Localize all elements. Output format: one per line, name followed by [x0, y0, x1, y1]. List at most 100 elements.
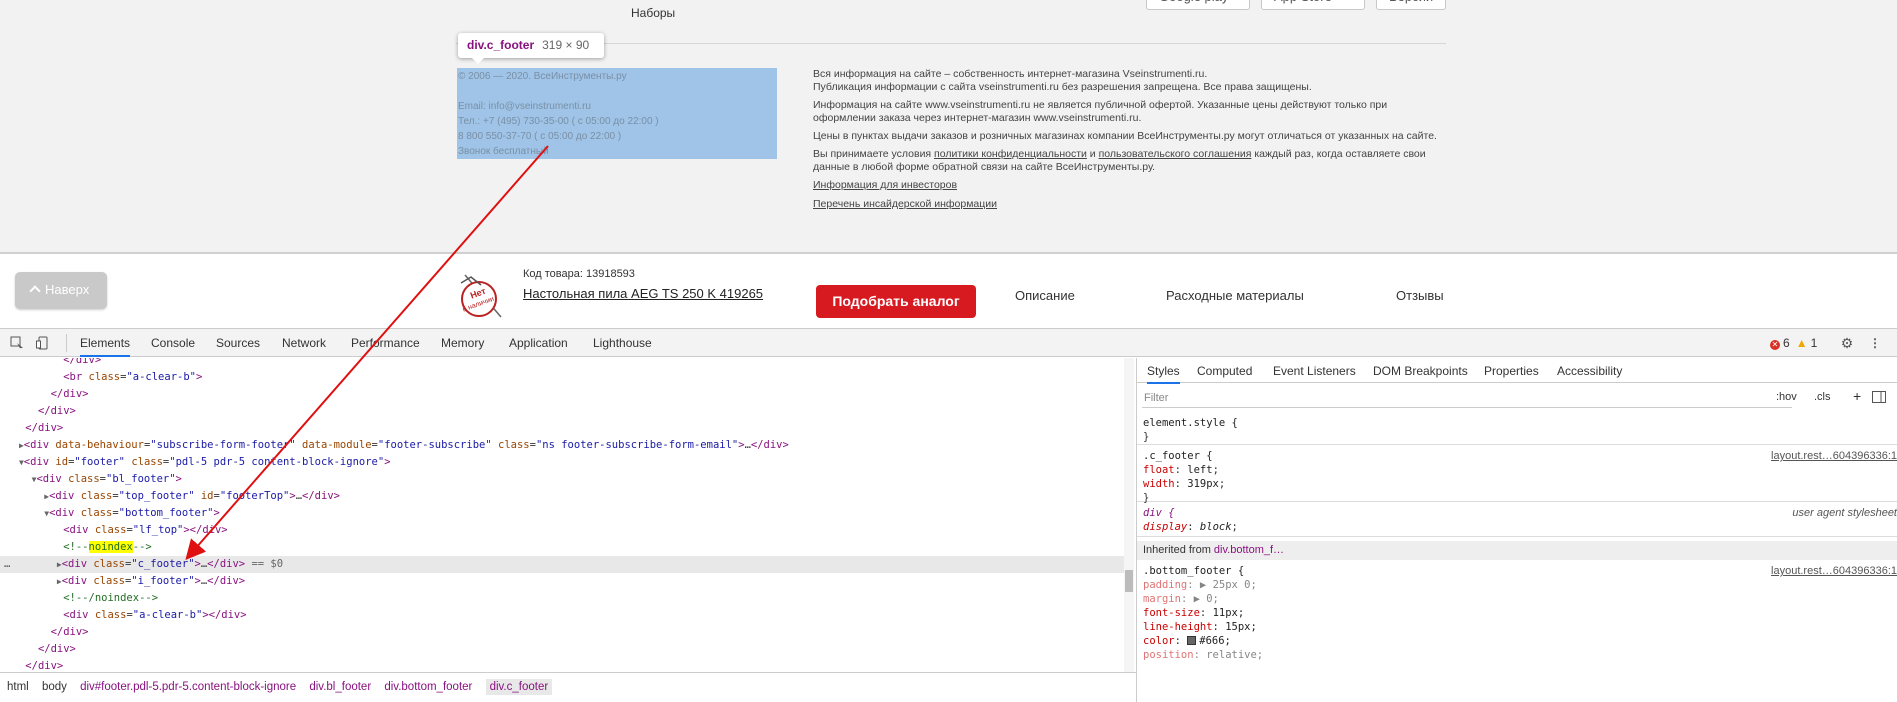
- tab-properties[interactable]: Properties: [1484, 364, 1539, 378]
- legal-text-4: Цены в пунктах выдачи заказов и розничны…: [813, 130, 1437, 142]
- div-user-agent-rule[interactable]: user agent stylesheet div { display: blo…: [1137, 503, 1897, 537]
- tree-line[interactable]: ▶<div class="i_footer">…</div>: [0, 573, 1124, 590]
- privacy-policy-link[interactable]: политики конфиденциальности: [934, 148, 1087, 160]
- device-toolbar-icon[interactable]: [36, 336, 50, 350]
- prop-value[interactable]: ▶ 25px 0;: [1200, 579, 1257, 591]
- tab-accessibility[interactable]: Accessibility: [1557, 364, 1622, 378]
- prop-value[interactable]: 319px: [1187, 478, 1219, 490]
- breadcrumb-bottom-footer[interactable]: div.bottom_footer: [384, 681, 472, 693]
- prop-name[interactable]: padding: [1143, 579, 1187, 591]
- product-badge-image: Нет в наличии: [457, 269, 509, 321]
- app-store-button[interactable]: App Store: [1261, 0, 1365, 10]
- prop-value[interactable]: #666;: [1199, 635, 1231, 647]
- tab-application[interactable]: Application: [509, 336, 568, 350]
- color-swatch-icon[interactable]: [1187, 636, 1197, 645]
- prop-name[interactable]: position: [1143, 649, 1194, 661]
- tab-network[interactable]: Network: [282, 336, 326, 350]
- tree-line[interactable]: </div>: [0, 641, 1124, 658]
- scrollbar-thumb[interactable]: [1125, 570, 1133, 592]
- prop-name[interactable]: width: [1143, 478, 1175, 490]
- tree-line[interactable]: ▼<div class="bottom_footer">: [0, 505, 1124, 522]
- breadcrumb-html[interactable]: html: [7, 681, 29, 693]
- nav-consumables[interactable]: Расходные материалы: [1166, 288, 1304, 303]
- tab-styles[interactable]: Styles: [1147, 364, 1180, 384]
- tab-elements[interactable]: Elements: [80, 336, 131, 357]
- tab-dom-breakpoints[interactable]: DOM Breakpoints: [1373, 364, 1468, 378]
- tooltip-element-size: 319 × 90: [542, 38, 590, 52]
- toggle-sidebar-icon[interactable]: [1872, 391, 1886, 406]
- tree-line[interactable]: <!--noindex-->: [0, 539, 1124, 556]
- email-text[interactable]: Email: info@vseinstrumenti.ru: [458, 99, 776, 114]
- investors-link[interactable]: Информация для инвесторов: [813, 179, 1448, 192]
- issues-counter[interactable]: ✕ 6 ▲ 1: [1770, 336, 1817, 350]
- breadcrumb-c-footer[interactable]: div.c_footer: [485, 679, 553, 695]
- tree-line[interactable]: <div class="lf_top"></div>: [0, 522, 1124, 539]
- back-to-top-label: Наверх: [45, 282, 90, 297]
- more-options-icon[interactable]: ⋮: [1868, 336, 1882, 350]
- settings-gear-icon[interactable]: ⚙: [1840, 336, 1854, 350]
- c-footer-rule[interactable]: layout.rest…604396336:1 .c_footer { floa…: [1137, 446, 1897, 504]
- bottom-footer-rule[interactable]: layout.rest…604396336:1 .bottom_footer {…: [1137, 561, 1897, 681]
- prop-name[interactable]: float: [1143, 464, 1175, 476]
- styles-filter-input[interactable]: Filter: [1142, 390, 1792, 408]
- prop-value[interactable]: 11px;: [1213, 607, 1245, 619]
- phone-text[interactable]: Тел.: +7 (495) 730-35-00 ( с 05:00 до 22…: [458, 114, 776, 129]
- prop-value[interactable]: relative;: [1206, 649, 1263, 661]
- tree-line[interactable]: </div>: [0, 386, 1124, 403]
- tree-line[interactable]: </div>: [0, 358, 1124, 369]
- user-agreement-link[interactable]: пользовательского соглашения: [1099, 148, 1252, 160]
- nav-description[interactable]: Описание: [1015, 288, 1075, 303]
- prop-value[interactable]: ▶ 0;: [1194, 593, 1219, 605]
- prop-name[interactable]: color: [1143, 635, 1175, 647]
- tree-line[interactable]: </div>: [0, 403, 1124, 420]
- breadcrumb-footer[interactable]: div#footer.pdl-5.pdr-5.content-block-ign…: [80, 681, 296, 693]
- tab-performance[interactable]: Performance: [351, 336, 420, 350]
- hover-state-toggle[interactable]: :hov: [1776, 391, 1797, 403]
- tab-console[interactable]: Console: [151, 336, 195, 350]
- tree-line[interactable]: <br class="a-clear-b">: [0, 369, 1124, 386]
- tree-line[interactable]: ▼<div class="bl_footer">: [0, 471, 1124, 488]
- tab-sources[interactable]: Sources: [216, 336, 260, 350]
- inspect-element-icon[interactable]: [10, 336, 24, 350]
- breadcrumb-body[interactable]: body: [42, 681, 67, 693]
- copyright-text: © 2006 — 2020. ВсеИнструменты.ру: [458, 71, 627, 82]
- prop-value[interactable]: left: [1187, 464, 1212, 476]
- tree-line[interactable]: ▶<div class="top_footer" id="footerTop">…: [0, 488, 1124, 505]
- tree-line[interactable]: </div>: [0, 420, 1124, 437]
- prop-value[interactable]: 15px;: [1225, 621, 1257, 633]
- elements-tree: </div> <br class="a-clear-b"> </div> </d…: [0, 358, 1124, 672]
- tab-event-listeners[interactable]: Event Listeners: [1273, 364, 1356, 378]
- google-play-button[interactable]: Google play: [1146, 0, 1250, 10]
- prop-value: block: [1199, 521, 1232, 533]
- tree-line[interactable]: <!--/noindex-->: [0, 590, 1124, 607]
- insider-info-link[interactable]: Перечень инсайдерской информации: [813, 198, 1448, 211]
- footer-link-nabory[interactable]: Наборы: [631, 6, 675, 20]
- tree-line[interactable]: ▼<div id="footer" class="pdl-5 pdr-5 con…: [0, 454, 1124, 471]
- tree-line-selected[interactable]: … ▶<div class="c_footer">…</div> == $0: [0, 556, 1124, 573]
- versions-button[interactable]: Версии: [1376, 0, 1446, 10]
- elements-scrollbar[interactable]: [1124, 358, 1134, 672]
- new-rule-icon[interactable]: +: [1853, 388, 1861, 404]
- tree-line[interactable]: </div>: [0, 624, 1124, 641]
- inherited-element-link[interactable]: div.bottom_f…: [1214, 544, 1284, 556]
- tree-line[interactable]: ▶<div data-behaviour="subscribe-form-foo…: [0, 437, 1124, 454]
- class-toggle[interactable]: .cls: [1814, 391, 1831, 403]
- breadcrumb-bl-footer[interactable]: div.bl_footer: [309, 681, 371, 693]
- prop-name[interactable]: font-size: [1143, 607, 1200, 619]
- tab-memory[interactable]: Memory: [441, 336, 484, 350]
- phone-free-text[interactable]: 8 800 550-37-70 ( с 05:00 до 22:00 ): [458, 129, 776, 144]
- prop-name[interactable]: line-height: [1143, 621, 1213, 633]
- tree-line[interactable]: </div>: [0, 658, 1124, 672]
- element-style-rule[interactable]: element.style { }: [1137, 413, 1897, 445]
- c-footer-source-link[interactable]: layout.rest…604396336:1: [1771, 449, 1897, 463]
- tab-computed[interactable]: Computed: [1197, 364, 1252, 378]
- product-name-link[interactable]: Настольная пила AEG TS 250 K 419265: [523, 286, 763, 301]
- back-to-top-button[interactable]: Наверх: [15, 272, 107, 309]
- bottom-footer-source-link[interactable]: layout.rest…604396336:1: [1771, 564, 1897, 578]
- tab-lighthouse[interactable]: Lighthouse: [593, 336, 652, 350]
- tree-line[interactable]: <div class="a-clear-b"></div>: [0, 607, 1124, 624]
- prop-name[interactable]: margin: [1143, 593, 1181, 605]
- nav-reviews[interactable]: Отзывы: [1396, 288, 1444, 303]
- product-code: Код товара: 13918593: [523, 268, 635, 280]
- find-analog-button[interactable]: Подобрать аналог: [816, 285, 976, 318]
